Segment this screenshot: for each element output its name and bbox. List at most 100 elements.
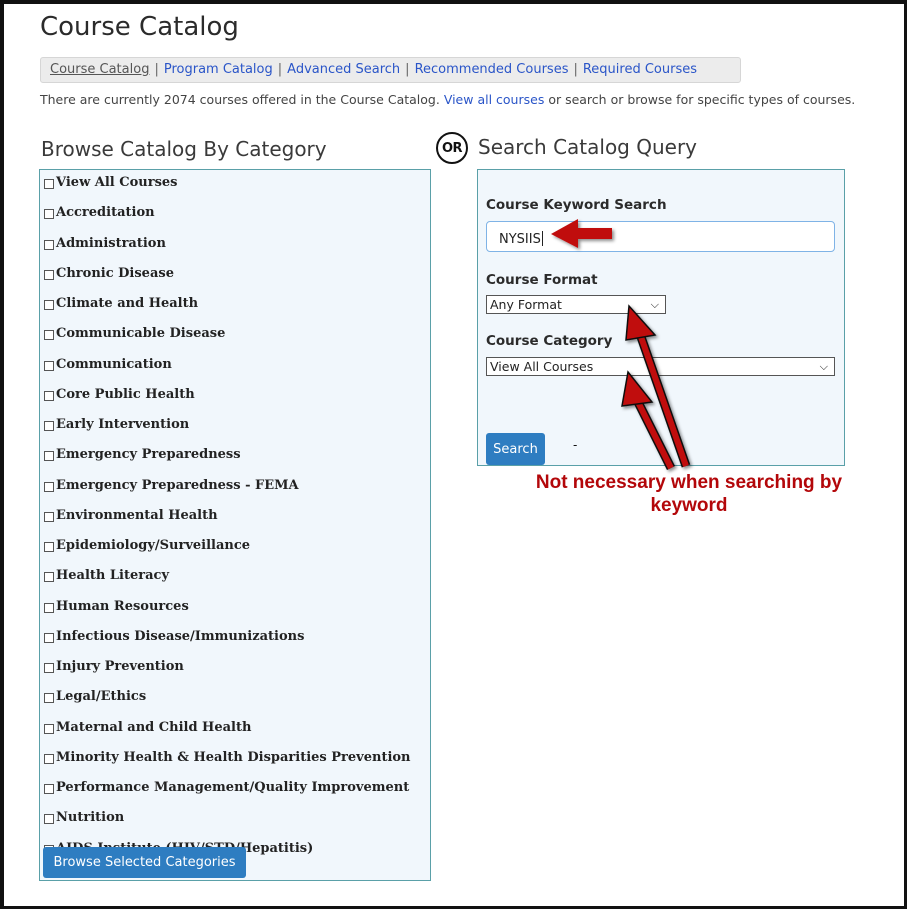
nav-advanced-search[interactable]: Advanced Search [287,62,400,77]
category-checkbox[interactable] [44,693,54,704]
category-item[interactable]: Emergency Preparedness - FEMA [44,478,411,508]
course-format-select[interactable]: Any Format ⌵ [486,295,666,314]
category-item[interactable]: Chronic Disease [44,266,411,296]
chevron-down-icon: ⌵ [650,298,659,311]
category-item[interactable]: Communication [44,357,411,387]
nav-program-catalog[interactable]: Program Catalog [164,62,273,77]
course-format-value: Any Format [490,297,562,312]
category-checkbox[interactable] [44,814,54,825]
category-label: View All Courses [56,175,178,190]
category-item[interactable]: Emergency Preparedness [44,447,411,477]
text-caret [541,231,543,246]
category-label: Performance Management/Quality Improveme… [56,780,410,795]
category-label: Nutrition [56,810,125,826]
category-checkbox[interactable] [44,269,54,280]
category-item[interactable]: Communicable Disease [44,326,411,356]
category-checkbox[interactable] [44,723,54,734]
category-checkbox[interactable] [44,481,54,492]
category-checkbox[interactable] [44,239,54,250]
category-label: Administration [56,235,166,251]
category-label: Emergency Preparedness - FEMA [56,477,299,493]
category-item[interactable]: Performance Management/Quality Improveme… [44,780,411,810]
category-checkbox[interactable] [44,753,54,764]
nav-required-courses[interactable]: Required Courses [583,62,697,77]
category-item[interactable]: Core Public Health [44,387,411,417]
category-checkbox[interactable] [44,511,54,522]
category-label: Communication [56,356,172,372]
category-checkbox[interactable] [44,572,54,583]
nav-separator: | [405,62,410,77]
or-badge: OR [436,132,468,164]
keyword-search-input[interactable]: NYSIIS [486,221,835,252]
category-checkbox[interactable] [44,602,54,613]
catalog-info: There are currently 2074 courses offered… [40,92,855,107]
category-label: Early Intervention [56,417,190,432]
category-item[interactable]: Epidemiology/Surveillance [44,538,411,568]
nav-course-catalog[interactable]: Course Catalog [50,62,149,77]
category-checkbox[interactable] [44,451,54,462]
course-category-value: View All Courses [490,359,594,374]
category-item[interactable]: Legal/Ethics [44,689,411,719]
category-label: Legal/Ethics [56,689,147,705]
category-checkbox[interactable] [44,784,54,794]
catalog-nav: Course Catalog | Program Catalog | Advanced … [40,57,741,83]
category-label: Maternal and Child Health [56,719,252,735]
category-checkbox[interactable] [44,300,54,310]
category-label: Emergency Preparedness [56,447,241,463]
search-heading: Search Catalog Query [478,135,698,159]
chevron-down-icon: ⌵ [819,360,828,373]
category-label: Injury Prevention [56,659,184,674]
category-label: Health Literacy [56,568,169,584]
browse-category-panel: View All Courses Accreditation Administrat… [39,169,431,881]
search-button[interactable]: Search [486,433,545,465]
category-item[interactable]: Early Intervention [44,417,411,447]
keyword-search-label: Course Keyword Search [486,197,667,213]
category-label: Chronic Disease [56,265,174,281]
course-format-label: Course Format [486,272,598,288]
category-label: Infectious Disease/Immunizations [56,628,305,644]
course-category-select[interactable]: View All Courses ⌵ [486,357,835,376]
category-checkbox[interactable] [44,663,54,673]
category-checkbox[interactable] [44,632,54,643]
course-category-label: Course Category [486,333,613,349]
category-item[interactable]: Health Literacy [44,568,411,598]
page-title: Course Catalog [40,12,239,42]
category-item[interactable]: Infectious Disease/Immunizations [44,629,411,659]
category-label: Accreditation [56,205,155,221]
keyword-value: NYSIIS [499,232,541,247]
category-item[interactable]: Administration [44,236,411,266]
category-checkbox[interactable] [44,330,54,341]
category-item[interactable]: Environmental Health [44,508,411,538]
category-label: Epidemiology/Surveillance [56,538,251,553]
category-checkbox[interactable] [44,360,54,371]
category-item[interactable]: Maternal and Child Health [44,720,411,750]
info-text: There are currently 2074 courses offered… [40,92,440,107]
stray-dash: - [573,438,578,452]
nav-separator: | [573,62,578,77]
category-checkbox[interactable] [44,421,54,431]
category-item[interactable]: Injury Prevention [44,659,411,689]
category-label: Communicable Disease [56,326,226,342]
nav-recommended-courses[interactable]: Recommended Courses [415,62,569,77]
nav-separator: | [154,62,159,77]
category-item[interactable]: Human Resources [44,599,411,629]
category-list: View All Courses Accreditation Administrat… [44,175,411,871]
category-item[interactable]: Accreditation [44,205,411,235]
category-checkbox[interactable] [44,209,54,220]
browse-heading: Browse Catalog By Category [41,137,327,161]
view-all-courses-link[interactable]: View all courses [444,92,545,107]
browse-selected-categories-button[interactable]: Browse Selected Categories [43,847,246,878]
category-item[interactable]: Climate and Health [44,296,411,326]
category-item[interactable]: Nutrition [44,810,411,840]
category-checkbox[interactable] [44,390,54,401]
category-label: Minority Health & Health Disparities Pre… [56,749,411,765]
info-text-suffix: or search or browse for specific types o… [548,92,856,107]
category-item[interactable]: View All Courses [44,175,411,205]
category-label: Environmental Health [56,507,218,523]
category-checkbox[interactable] [44,542,54,552]
category-label: Climate and Health [56,296,199,311]
nav-separator: | [277,62,283,77]
category-checkbox[interactable] [44,179,54,189]
category-item[interactable]: Minority Health & Health Disparities Pre… [44,750,411,780]
annotation-note: Not necessary when searching by keyword [535,472,843,516]
